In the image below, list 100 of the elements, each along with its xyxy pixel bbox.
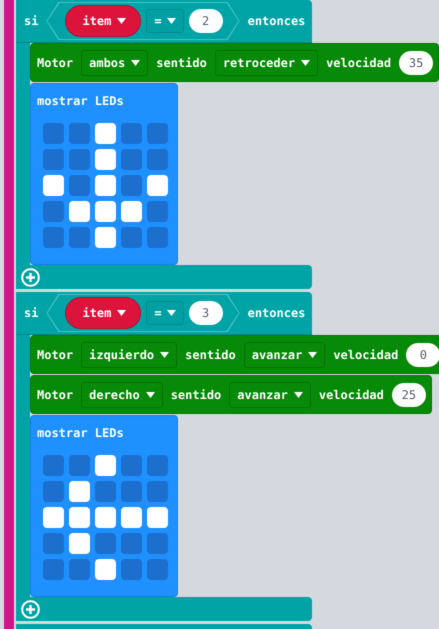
block-label: Motor — [37, 56, 74, 70]
if-block-header[interactable] — [16, 624, 312, 629]
led-cell[interactable] — [147, 149, 168, 170]
led-cell[interactable] — [95, 123, 116, 144]
led-cell[interactable] — [69, 175, 90, 196]
led-cell[interactable] — [147, 455, 168, 476]
if-block-header[interactable]: si item = 3 entonces — [16, 292, 312, 335]
value-input[interactable]: 2 — [188, 9, 223, 33]
led-cell[interactable] — [147, 481, 168, 502]
led-cell[interactable] — [43, 227, 64, 248]
speed-input[interactable]: 0 — [406, 342, 439, 366]
led-cell[interactable] — [69, 123, 90, 144]
motor-dropdown[interactable]: derecho — [81, 382, 163, 408]
caret-icon — [166, 310, 176, 316]
motor-block[interactable]: Motor izquierdo sentido avanzar velocidad 0 — [30, 335, 439, 374]
led-cell[interactable] — [121, 481, 142, 502]
led-cell[interactable] — [95, 201, 116, 222]
direction-dropdown[interactable]: retroceder — [214, 50, 318, 76]
motor-dropdown[interactable]: izquierdo — [81, 342, 178, 368]
add-icon[interactable] — [21, 600, 40, 618]
block-label: sentido — [156, 56, 207, 70]
caret-icon — [294, 392, 303, 398]
caret-icon — [131, 60, 140, 66]
led-cell[interactable] — [147, 201, 168, 222]
led-cell[interactable] — [95, 227, 116, 248]
caret-icon — [117, 18, 126, 24]
block-label: mostrar LEDs — [37, 94, 124, 108]
block-label: velocidad — [333, 348, 398, 362]
led-cell[interactable] — [69, 507, 90, 528]
block-label: Motor — [37, 348, 74, 362]
led-cell[interactable] — [95, 533, 116, 554]
led-cell[interactable] — [43, 201, 64, 222]
led-cell[interactable] — [95, 481, 116, 502]
led-cell[interactable] — [95, 559, 116, 580]
led-cell[interactable] — [121, 175, 142, 196]
keyword-label: entonces — [248, 306, 306, 320]
led-cell[interactable] — [121, 559, 142, 580]
caret-icon — [166, 18, 176, 24]
block-label: velocidad — [318, 388, 384, 402]
block-label: mostrar LEDs — [37, 426, 124, 440]
keyword-label: entonces — [248, 14, 306, 28]
led-cell[interactable] — [69, 149, 90, 170]
led-cell[interactable] — [43, 175, 64, 196]
led-cell[interactable] — [69, 481, 90, 502]
led-cell[interactable] — [95, 455, 116, 476]
led-cell[interactable] — [43, 455, 64, 476]
caret-icon — [160, 352, 170, 358]
show-leds-block[interactable]: mostrar LEDs — [30, 83, 178, 265]
led-cell[interactable] — [121, 455, 142, 476]
led-cell[interactable] — [121, 201, 142, 222]
keyword-label: si — [24, 306, 38, 320]
keyword-label: si — [24, 14, 38, 28]
led-cell[interactable] — [95, 149, 116, 170]
led-cell[interactable] — [95, 175, 116, 196]
led-cell[interactable] — [69, 455, 90, 476]
led-cell[interactable] — [43, 481, 64, 502]
add-icon[interactable] — [21, 268, 40, 286]
led-cell[interactable] — [69, 559, 90, 580]
direction-dropdown[interactable]: avanzar — [244, 342, 326, 368]
led-cell[interactable] — [147, 175, 168, 196]
operator-dropdown[interactable]: = — [146, 9, 184, 33]
led-cell[interactable] — [121, 227, 142, 248]
block-label: Motor — [37, 388, 74, 402]
led-cell[interactable] — [43, 559, 64, 580]
led-cell[interactable] — [43, 533, 64, 554]
led-cell[interactable] — [95, 507, 116, 528]
speed-input[interactable]: 25 — [392, 382, 426, 406]
led-cell[interactable] — [147, 559, 168, 580]
led-cell[interactable] — [69, 227, 90, 248]
led-cell[interactable] — [43, 123, 64, 144]
speed-input[interactable]: 35 — [399, 50, 434, 74]
block-label: sentido — [185, 348, 236, 362]
caret-icon — [117, 310, 126, 316]
operator-dropdown[interactable]: = — [146, 301, 184, 325]
led-cell[interactable] — [147, 123, 168, 144]
led-cell[interactable] — [147, 533, 168, 554]
motor-block[interactable]: Motor derecho sentido avanzar velocidad 25 — [30, 375, 432, 414]
led-cell[interactable] — [121, 533, 142, 554]
caret-icon — [301, 60, 310, 66]
value-input[interactable]: 3 — [188, 301, 223, 325]
motor-dropdown[interactable]: ambos — [81, 50, 148, 76]
show-leds-block[interactable]: mostrar LEDs — [30, 415, 178, 597]
led-cell[interactable] — [43, 507, 64, 528]
if-block-header[interactable]: si item = 2 entonces — [16, 0, 312, 43]
block-label: velocidad — [326, 56, 392, 70]
variable-dropdown[interactable]: item — [65, 5, 142, 37]
led-cell[interactable] — [121, 507, 142, 528]
led-cell[interactable] — [121, 123, 142, 144]
led-cell[interactable] — [147, 227, 168, 248]
led-cell[interactable] — [69, 533, 90, 554]
led-cell[interactable] — [43, 149, 64, 170]
led-cell[interactable] — [69, 201, 90, 222]
led-cell[interactable] — [147, 507, 168, 528]
variable-dropdown[interactable]: item — [65, 297, 142, 329]
caret-icon — [308, 352, 318, 358]
block-label: sentido — [170, 388, 222, 402]
led-cell[interactable] — [121, 149, 142, 170]
motor-block[interactable]: Motor ambos sentido retroceder velocidad 35 — [30, 43, 439, 82]
caret-icon — [146, 392, 155, 398]
direction-dropdown[interactable]: avanzar — [229, 382, 311, 408]
